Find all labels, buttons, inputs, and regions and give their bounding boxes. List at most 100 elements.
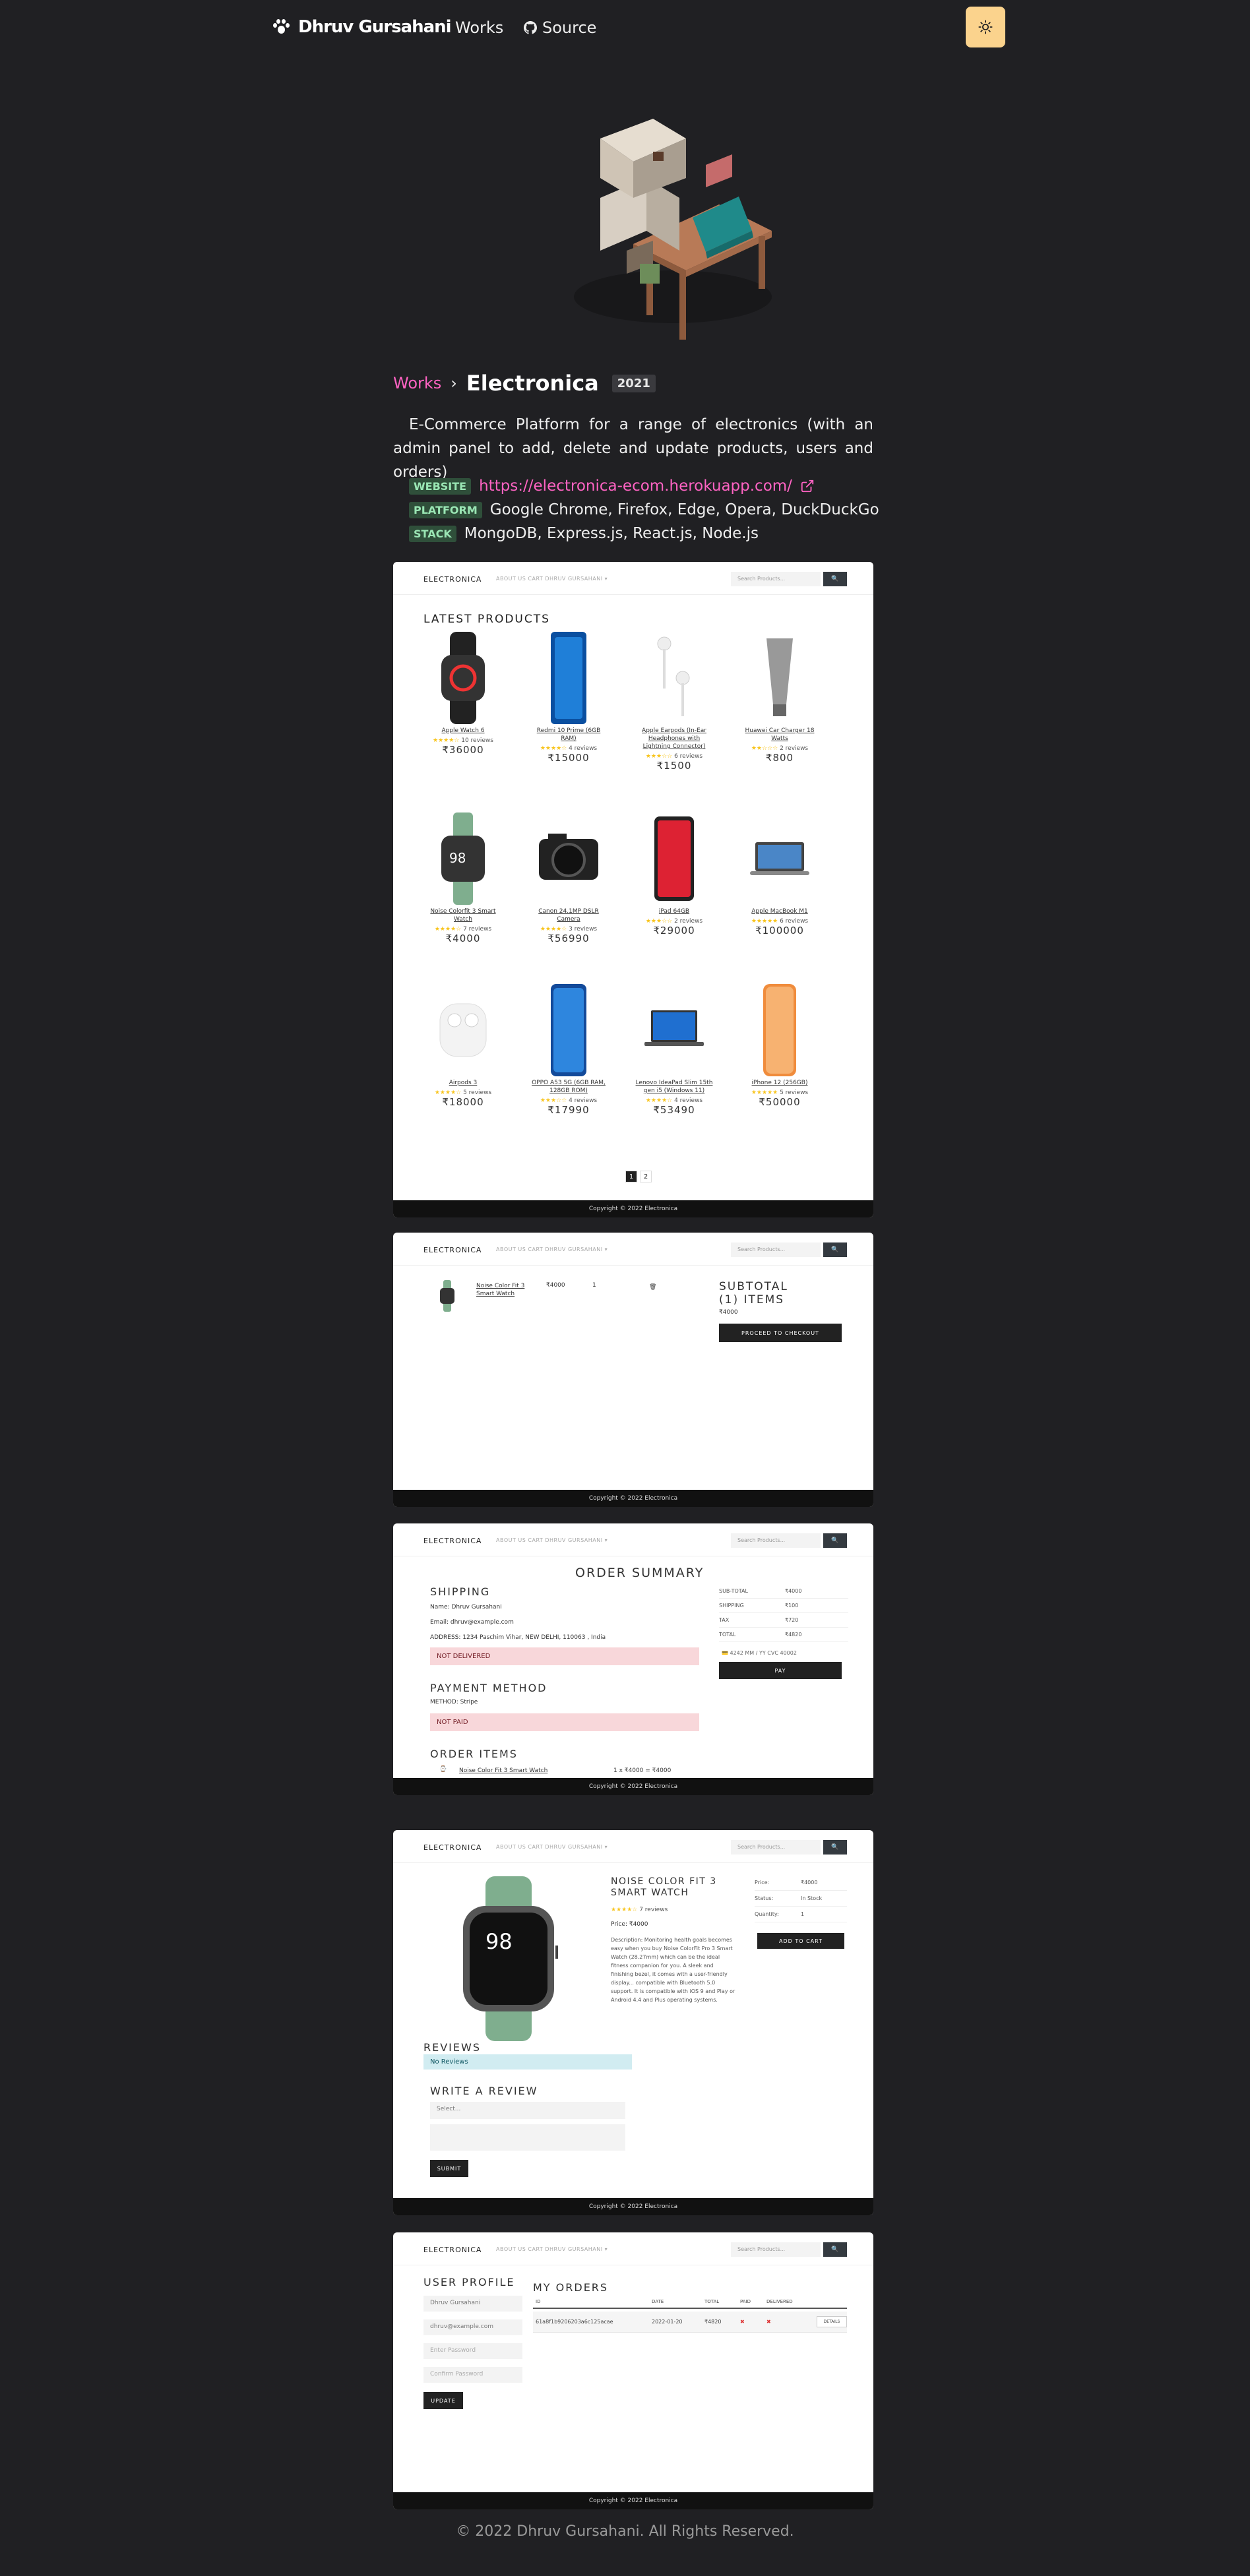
shipping-address: ADDRESS: 1234 Paschim Vihar, NEW DELHI, … (430, 1634, 606, 1641)
orders-cell: 2022-01-20 (652, 2319, 683, 2325)
product-review-count: 4 reviews (569, 1097, 598, 1104)
site-footer: Copyright © 2022 Electronica (393, 2492, 873, 2509)
product-price: ₹800 (765, 752, 794, 764)
site-search-button: 🔍 (823, 1840, 847, 1855)
profile-password-input: Enter Password (423, 2343, 522, 2359)
nav-works-link[interactable]: Works (455, 18, 503, 37)
product-rating: ★★★★☆ 4 reviews (635, 1097, 714, 1104)
screenshot-order: ELECTRONICA ABOUT US CART DHRUV GURSAHAN… (393, 1523, 873, 1795)
rating-select: Select... (430, 2102, 625, 2119)
update-profile-button: UPDATE (423, 2392, 463, 2409)
not-paid-alert: NOT PAID (430, 1713, 699, 1731)
screenshot-home: ELECTRONICA ABOUT US CART DHRUV GURSAHAN… (393, 562, 873, 1217)
order-item-calc: 1 x ₹4000 = ₹4000 (613, 1767, 672, 1774)
product-rating: ★★★★☆ 7 reviews (423, 926, 503, 933)
site-brand: ELECTRONICA (423, 1537, 482, 1545)
site-search-input: Search Products... (731, 572, 821, 586)
brand-logo[interactable]: Dhruv Gursahani (272, 17, 452, 37)
orders-col-header: TOTAL (704, 2299, 720, 2304)
cart-item-name: Noise Color Fit 3 Smart Watch (476, 1283, 525, 1297)
write-review-heading: WRITE A REVIEW (430, 2085, 538, 2097)
shipping-heading: SHIPPING (430, 1585, 491, 1598)
product-price: ₹1500 (656, 760, 692, 772)
product-stars: ★★★★☆ (611, 1907, 638, 1913)
meta-stack: STACK MongoDB, Express.js, React.js, Nod… (409, 525, 759, 542)
product-rating: ★★★★★ 5 reviews (740, 1089, 819, 1096)
buy-box-value: 1 (801, 1911, 805, 1917)
buy-box-value: ₹4000 (801, 1880, 818, 1886)
profile-name-input: Dhruv Gursahani (423, 2296, 522, 2312)
submit-review-button: SUBMIT (430, 2160, 468, 2177)
product-stars: ★★★★☆ (540, 926, 567, 933)
product-card: iPad 64GB ★★★☆☆ 2 reviews ₹29000 (635, 813, 714, 936)
website-link[interactable]: https://electronica-ecom.herokuapp.com/ (479, 477, 792, 495)
product-rating: ★★★★☆ 7 reviews (611, 1907, 668, 1913)
site-search-button: 🔍 (823, 2242, 847, 2257)
product-rating: ★★★☆☆ 2 reviews (635, 918, 714, 925)
product-card: Apple MacBook M1 ★★★★★ 6 reviews ₹100000 (740, 813, 819, 936)
breadcrumb-works-link[interactable]: Works (393, 374, 441, 392)
my-orders-heading: MY ORDERS (533, 2281, 609, 2294)
product-price: ₹56990 (547, 933, 590, 944)
theme-toggle-button[interactable] (966, 7, 1005, 47)
product-image (539, 632, 598, 724)
product-review-count: 4 reviews (569, 745, 598, 752)
project-description: E-Commerce Platform for a range of elect… (393, 416, 873, 481)
product-card: Canon 24.1MP DSLR Camera ★★★★☆ 3 reviews ₹… (529, 813, 608, 944)
product-price: ₹15000 (547, 752, 590, 764)
add-to-cart-button: ADD TO CART (757, 1933, 844, 1949)
product-stars: ★★★☆☆ (645, 753, 673, 760)
latest-products-heading: LATEST PRODUCTS (423, 613, 550, 626)
sun-icon (978, 20, 993, 34)
meta-website: WEBSITE https://electronica-ecom.herokua… (409, 477, 815, 495)
site-brand: ELECTRONICA (423, 575, 482, 584)
product-rating: ★★★★☆ 3 reviews (529, 926, 608, 933)
product-price: ₹18000 (442, 1096, 484, 1108)
order-item-thumbnail: ⌚ (439, 1766, 447, 1773)
screenshot-profile: ELECTRONICA ABOUT US CART DHRUV GURSAHAN… (393, 2232, 873, 2509)
product-review-count: 6 reviews (780, 918, 809, 925)
product-review-count: 7 reviews (639, 1907, 668, 1913)
product-name: Apple MacBook M1 (751, 908, 808, 915)
nav-source-link[interactable]: Source (524, 18, 596, 37)
trash-icon: 🗑 (649, 1284, 657, 1291)
payment-method: METHOD: Stripe (430, 1699, 478, 1705)
breadcrumb: Works › Electronica 2021 (393, 371, 656, 396)
watch-product-image: 98 (463, 1876, 558, 2041)
site-search-input: Search Products... (731, 1242, 821, 1257)
product-name: OPPO A53 5G (6GB RAM, 128GB ROM) (532, 1080, 606, 1094)
product-stars: ★★★★☆ (433, 737, 460, 744)
paw-icon (272, 18, 290, 36)
cart-item-qty: 1 (592, 1282, 596, 1289)
orders-cell: 61a8f1b9206203a6c125acae (536, 2319, 613, 2325)
summary-row: TOTAL ₹4820 (719, 1628, 848, 1642)
orders-table-header: ID DATE TOTAL PAID DELIVERED (533, 2296, 847, 2309)
buy-box-value: In Stock (801, 1895, 823, 1901)
order-details-button: DETAILS (817, 2316, 847, 2327)
product-rating: ★★☆☆☆ 2 reviews (740, 745, 819, 752)
no-reviews-alert: No Reviews (423, 2054, 632, 2070)
product-name: Noise Colorfit 3 Smart Watch (430, 908, 496, 923)
product-image (644, 632, 704, 724)
order-item-name: Noise Color Fit 3 Smart Watch (459, 1767, 548, 1774)
product-name: Huawei Car Charger 18 Watts (745, 727, 815, 742)
orders-cell: ✖ (766, 2319, 771, 2325)
product-rating: ★★★★☆ 5 reviews (423, 1089, 503, 1096)
site-navbar: ELECTRONICA ABOUT US CART DHRUV GURSAHAN… (393, 1233, 873, 1266)
site-nav-links: ABOUT US CART DHRUV GURSAHANI ▾ (496, 2246, 608, 2252)
not-delivered-alert: NOT DELIVERED (430, 1647, 699, 1665)
site-brand: ELECTRONICA (423, 1843, 482, 1852)
external-link-icon[interactable] (800, 479, 815, 493)
site-nav-links: ABOUT US CART DHRUV GURSAHANI ▾ (496, 1537, 608, 1543)
hero-voxel-illustration (574, 119, 772, 340)
page-title: Electronica (466, 371, 599, 396)
orders-col-header: DELIVERED (766, 2299, 793, 2304)
checkout-button: PROCEED TO CHECKOUT (719, 1324, 842, 1342)
site-search-button: 🔍 (823, 572, 847, 586)
product-image (433, 632, 493, 724)
orders-cell: ₹4820 (704, 2319, 722, 2325)
product-description: Description: Monitoring health goals bec… (611, 1937, 735, 2003)
summary-value: ₹720 (785, 1617, 799, 1623)
cart-item-thumbnail (440, 1280, 454, 1312)
product-review-count: 4 reviews (674, 1097, 703, 1104)
